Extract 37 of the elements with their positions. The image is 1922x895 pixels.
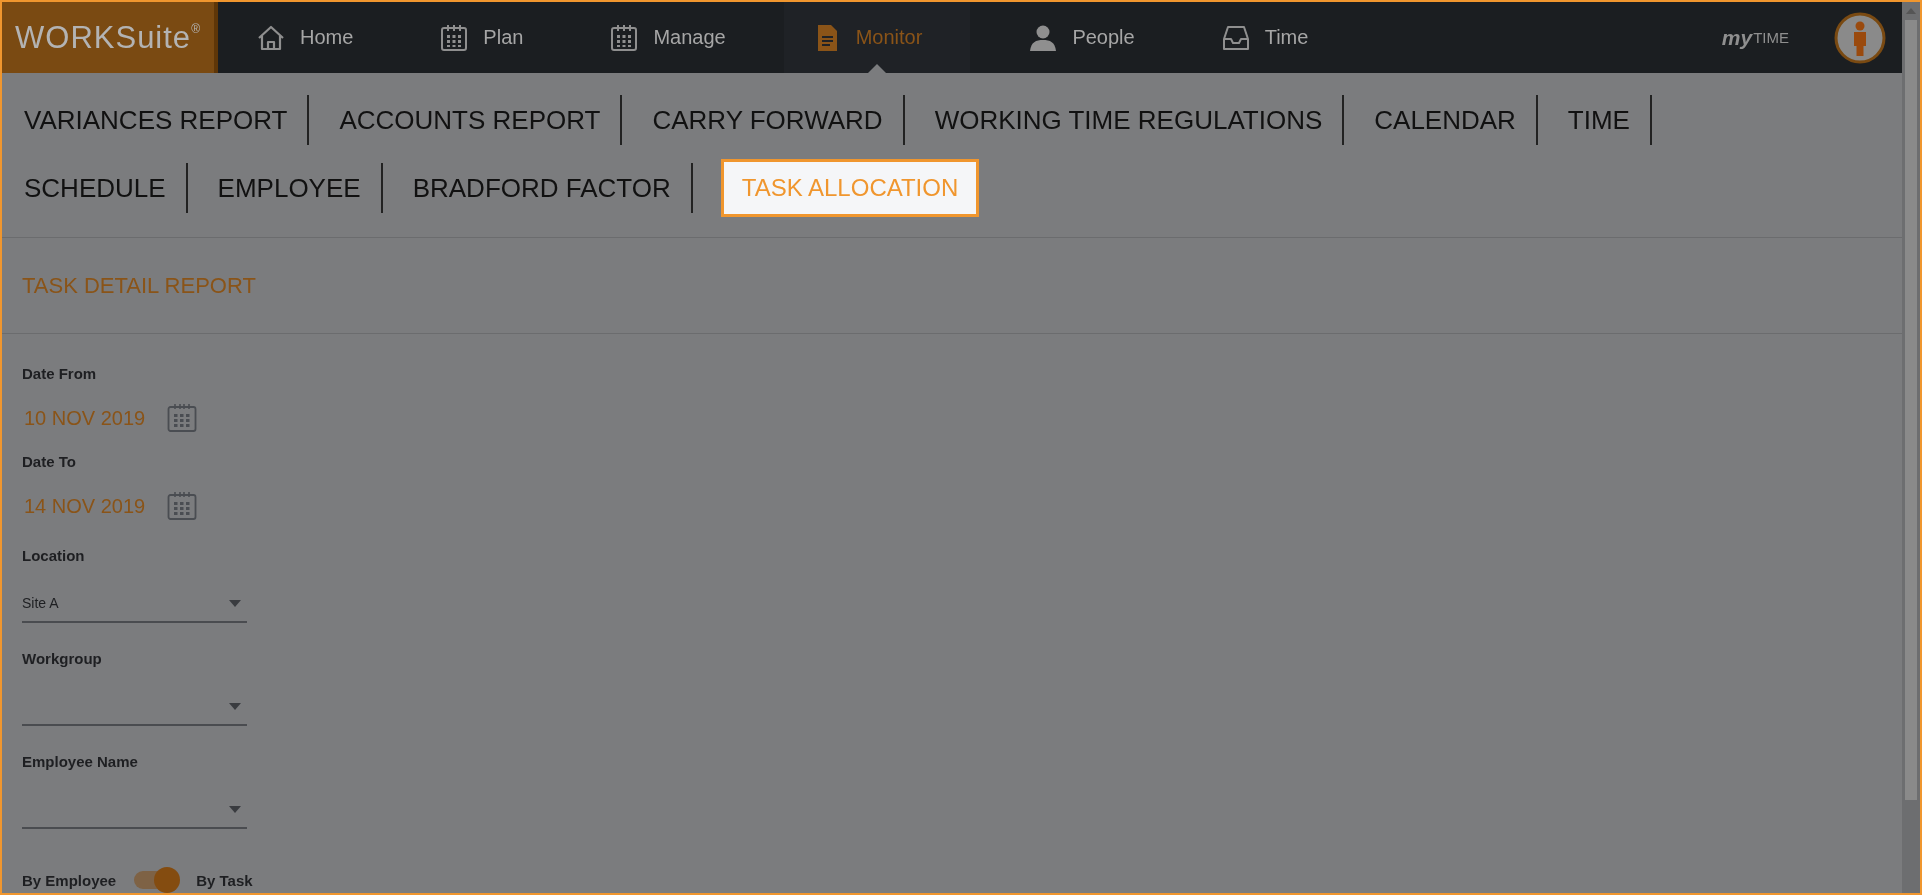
avatar-icon[interactable] <box>1834 11 1886 64</box>
caret-icon <box>229 805 241 813</box>
section-title: TASK DETAIL REPORT <box>22 272 256 299</box>
nav-item[interactable]: Time <box>1192 2 1337 73</box>
scroll-up-icon[interactable] <box>1906 8 1916 14</box>
scrollbar[interactable] <box>1902 2 1920 893</box>
report-tab[interactable]: BRADFORD FACTOR <box>410 163 693 213</box>
calendar-icon[interactable] <box>167 491 198 521</box>
nav-item[interactable]: Manage <box>581 2 754 73</box>
report-tab[interactable]: TIME <box>1565 95 1652 145</box>
caret-icon <box>229 599 241 607</box>
field-label: Location <box>22 546 85 566</box>
nav-item[interactable]: People <box>1000 2 1163 73</box>
logo[interactable]: WORKSuite$^{®}$ <box>2 2 218 73</box>
field-label: Date From <box>22 364 97 384</box>
report-tab[interactable]: CARRY FORWARD <box>650 95 905 145</box>
brand-logo[interactable]: myTIME <box>1721 2 1789 73</box>
field-label: Employee Name <box>22 752 138 772</box>
report-tab[interactable]: SCHEDULE <box>22 163 188 213</box>
field-label: Workgroup <box>22 649 102 669</box>
calendar-icon <box>609 22 640 53</box>
report-tab[interactable]: VARIANCES REPORT <box>22 95 310 145</box>
pointer-icon <box>868 64 886 73</box>
caret-icon <box>229 702 241 710</box>
report-tab[interactable]: ACCOUNTS REPORT <box>337 95 623 145</box>
report-tab[interactable]: CALENDAR <box>1372 95 1538 145</box>
nav-item[interactable]: Home <box>228 2 382 73</box>
toggle-label: By Employee <box>22 871 117 889</box>
nav-item[interactable]: Monitor <box>783 2 971 73</box>
nav-item[interactable]: Plan <box>411 2 552 73</box>
field-label: Date To <box>22 452 76 472</box>
report-tab[interactable]: EMPLOYEE <box>215 163 383 213</box>
toggle-label: By Task <box>196 871 253 889</box>
calendar-icon[interactable] <box>167 403 198 433</box>
dropdown[interactable]: Site A <box>22 585 247 623</box>
calendar-icon <box>439 22 470 53</box>
report-tab[interactable]: WORKING TIME REGULATIONS <box>932 95 1345 145</box>
